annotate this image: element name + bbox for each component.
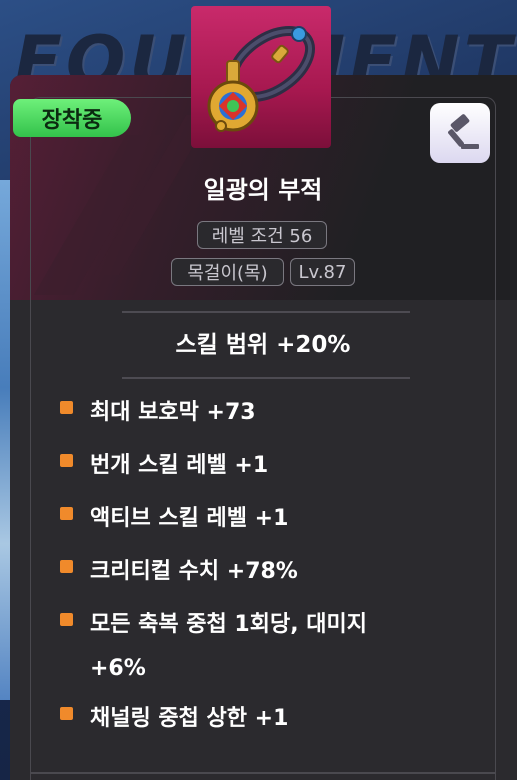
item-icon-box [191,6,331,148]
bullet-icon [60,707,73,720]
divider-main-stat [122,377,410,379]
sub-stat-text: 모든 축복 중첩 1회당, 대미지 [90,612,367,637]
bullet-icon [60,613,73,626]
sub-stat-text: 채널링 중첩 상한 +1 [90,706,289,731]
item-level-tag: Lv.87 [290,258,355,286]
item-type-tag: 목걸이(목) [171,258,284,286]
bullet-icon [60,507,73,520]
sub-stat-text: 번개 스킬 레벨 +1 [90,453,269,478]
sub-stat-text-continued: +6% [90,656,146,681]
main-stat: 스킬 범위 +20% [175,332,351,358]
item-name: 일광의 부적 [203,176,323,204]
necklace-icon [207,25,316,132]
equipped-status-badge: 장착중 [13,99,131,137]
level-requirement-tag: 레벨 조건 56 [197,221,327,249]
sub-stat-text: 크리티컬 수치 +78% [90,559,298,584]
tooltip-bottom-border [30,772,496,774]
sub-stat-text: 최대 보호막 +73 [90,400,256,425]
bullet-icon [60,560,73,573]
auction-button[interactable] [430,103,490,163]
sub-stat-text: 액티브 스킬 레벨 +1 [90,506,289,531]
gavel-icon [448,114,479,149]
bullet-icon [60,401,73,414]
bullet-icon [60,454,73,467]
divider-top [122,311,410,313]
